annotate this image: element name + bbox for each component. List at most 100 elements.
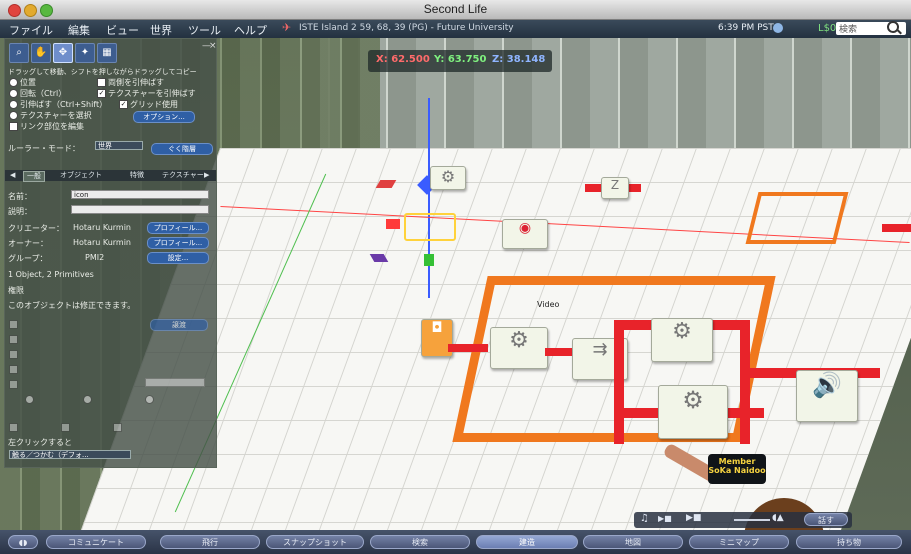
menu-file[interactable]: ファイル [9, 22, 53, 38]
next-owner-checkbox[interactable] [61, 423, 70, 432]
edit-tool-button[interactable]: ✥ [53, 43, 73, 63]
ruler-layer-button[interactable]: ぐく階層 [151, 143, 213, 155]
z-tile[interactable]: Z [601, 177, 629, 199]
tab-features[interactable]: 特徴 [127, 171, 147, 180]
creator-label: クリエーター： [8, 224, 64, 233]
ruler-mode-select[interactable]: 世界 [95, 141, 143, 150]
sale-type-radio[interactable] [145, 395, 154, 404]
name-field[interactable]: icon [71, 190, 209, 199]
permission-checkbox[interactable] [9, 335, 18, 344]
bottom-toolbar: ◖◗ コミュニケート 飛行 スナップショット 検索 建造 地図 ミニマップ 持ち… [0, 530, 911, 554]
music-icon[interactable]: ♫ [640, 513, 649, 524]
close-panel-icon[interactable]: × [209, 41, 217, 51]
camera-tile[interactable]: ◉ [502, 219, 548, 249]
radio-rotate[interactable] [9, 89, 18, 98]
stretch-both-checkbox[interactable] [97, 78, 106, 87]
coord-x: X: 62.500 [376, 54, 430, 65]
gear-tile[interactable]: ⚙ [651, 318, 713, 362]
permission-checkbox[interactable] [9, 350, 18, 359]
group-set-button[interactable]: 設定... [147, 252, 209, 264]
fly-button[interactable]: 飛行 [160, 535, 260, 549]
drag-hint: ドラッグして移動、シフトを押しながらドラッグしてコピー [8, 68, 197, 76]
create-tool-button[interactable]: ✦ [75, 43, 95, 63]
menu-help[interactable]: ヘルプ [234, 22, 267, 38]
tab-next-icon[interactable]: ▶ [201, 171, 212, 180]
sale-type-radio[interactable] [25, 395, 34, 404]
play-icon[interactable]: ▶■ [658, 514, 672, 523]
for-sale-checkbox[interactable] [9, 380, 18, 389]
communicate-button[interactable]: コミュニケート [46, 535, 146, 549]
speaker-tile[interactable]: 🔊 [796, 370, 858, 422]
name-label: 名前： [8, 192, 32, 201]
media-icon[interactable]: ▶■ [686, 513, 701, 523]
tab-texture[interactable]: テクスチャー [159, 171, 207, 180]
avatar-tag-line1: Member [718, 457, 756, 466]
stretch-both-label: 両側を引伸ばす [108, 78, 164, 87]
tab-object[interactable]: オブジェクト [57, 171, 105, 180]
snapshot-button[interactable]: スナップショット [266, 535, 364, 549]
frame-outline [745, 192, 849, 244]
gear-tile[interactable]: ⚙ [658, 385, 728, 439]
deed-button[interactable]: 譲渡 [150, 319, 208, 331]
search-icon[interactable] [887, 21, 899, 33]
tab-general[interactable]: 一般 [23, 171, 45, 182]
volume-icon[interactable]: ◖▲ [772, 513, 784, 523]
click-action-select[interactable]: 触る／つかむ（デフォ... [9, 450, 131, 459]
chat-button[interactable]: ◖◗ [8, 535, 38, 549]
coordinate-readout: X: 62.500 Y: 63.750 Z: 38.148 [368, 50, 552, 72]
inventory-button[interactable]: 持ち物 [796, 535, 902, 549]
menu-edit[interactable]: 編集 [68, 22, 90, 38]
avatar-name-tag: Member SoKa Naidoo [708, 454, 766, 484]
price-field[interactable] [145, 378, 205, 387]
creator-profile-button[interactable]: プロフィール... [147, 222, 209, 234]
focus-tool-button[interactable]: ⌕ [9, 43, 29, 63]
share-checkbox[interactable] [9, 320, 18, 329]
connector [882, 224, 911, 232]
menu-view[interactable]: ビュー [106, 22, 139, 38]
gear-tile[interactable]: ⚙ [490, 327, 548, 369]
speak-button[interactable]: 話す [804, 513, 848, 526]
menu-world[interactable]: 世界 [150, 22, 172, 38]
panel-tabs: ◀ 一般 オブジェクト 特徴 テクスチャー ▶ [5, 170, 216, 182]
radio-stretch[interactable] [9, 100, 18, 109]
options-button[interactable]: オプション... [133, 111, 195, 123]
radio-rotate-label: 回転（Ctrl） [20, 89, 67, 98]
group-label: グループ： [8, 254, 48, 263]
tab-prev-icon[interactable]: ◀ [7, 171, 18, 180]
owner-profile-button[interactable]: プロフィール... [147, 237, 209, 249]
search-button[interactable]: 検索 [370, 535, 470, 549]
move-tool-button[interactable]: ✋ [31, 43, 51, 63]
next-owner-checkbox[interactable] [9, 423, 18, 432]
menubar: ファイル 編集 ビュー 世界 ツール ヘルプ ✈ ISTE Island 2 5… [0, 20, 911, 38]
y-arrow-handle[interactable] [424, 254, 434, 266]
connector [448, 344, 488, 352]
next-owner-checkbox[interactable] [113, 423, 122, 432]
radio-stretch-label: 引伸ばす（Ctrl+Shift） [20, 100, 108, 109]
menu-tools[interactable]: ツール [188, 22, 221, 38]
gear-tile[interactable]: ⚙ [430, 166, 466, 190]
map-button[interactable]: 地図 [583, 535, 683, 549]
stretch-textures-checkbox[interactable]: ✓ [97, 89, 106, 98]
selected-object-handle[interactable] [404, 213, 456, 241]
region-icon: ✈ [282, 21, 292, 34]
build-button[interactable]: 建造 [476, 535, 578, 549]
creator-value: Hotaru Kurmin [73, 223, 132, 232]
edit-linked-checkbox[interactable] [9, 122, 18, 131]
video-label: Video [537, 300, 560, 309]
description-label: 説明： [8, 207, 32, 216]
connector [545, 348, 575, 356]
x-arrow-handle[interactable] [386, 219, 400, 229]
sale-type-radio[interactable] [83, 395, 92, 404]
description-field[interactable] [71, 205, 209, 214]
build-tools-panel: ⌕ ✋ ✥ ✦ ▦ — × ドラッグして移動、シフトを押しながらドラッグしてコピ… [4, 38, 217, 468]
region-location[interactable]: ISTE Island 2 59, 68, 39 (PG) - Future U… [299, 23, 514, 33]
volume-slider[interactable] [734, 519, 770, 521]
radio-position[interactable] [9, 78, 18, 87]
use-grid-checkbox[interactable]: ✓ [119, 100, 128, 109]
permission-checkbox[interactable] [9, 365, 18, 374]
minimap-button[interactable]: ミニマップ [689, 535, 789, 549]
radio-select-texture[interactable] [9, 111, 18, 120]
radio-position-label: 位置 [20, 78, 36, 87]
balance[interactable]: L$0 [818, 23, 836, 34]
land-tool-button[interactable]: ▦ [97, 43, 117, 63]
